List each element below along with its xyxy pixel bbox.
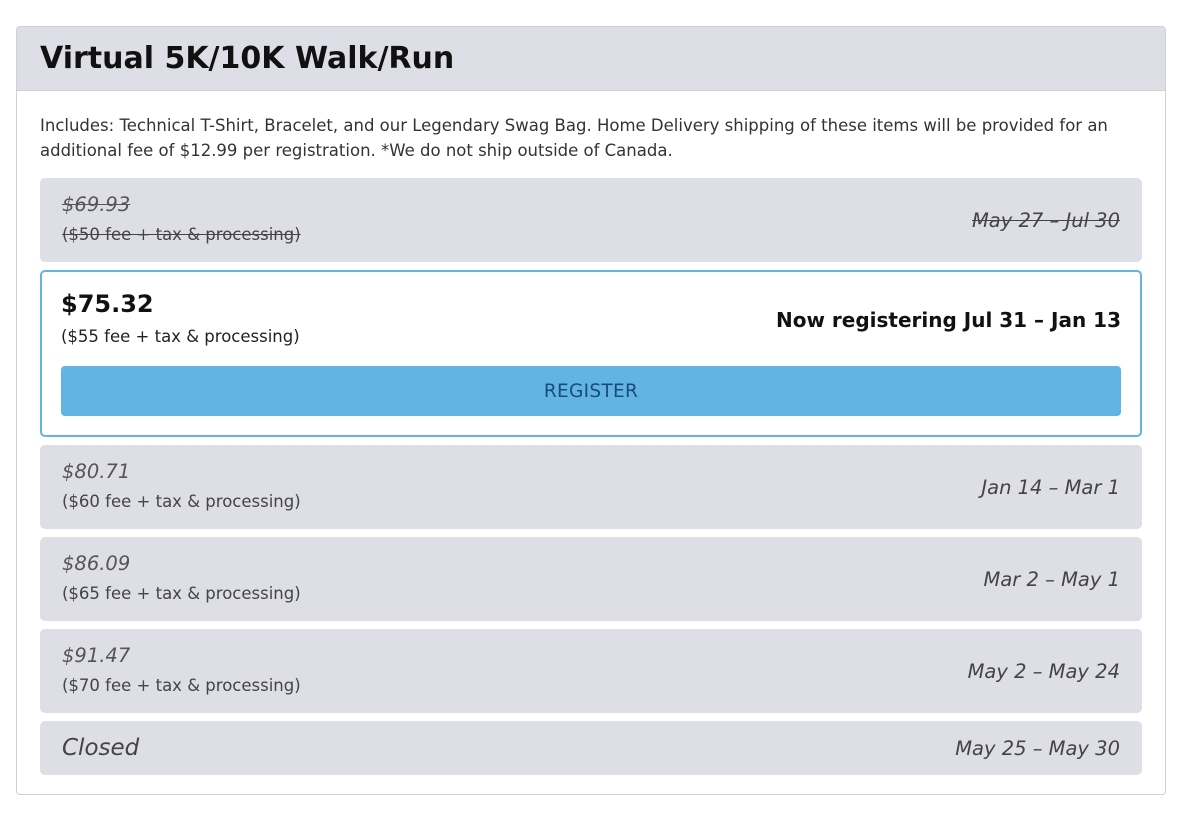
pricing-tier-future: $80.71 ($60 fee + tax & processing) Jan … [40, 445, 1142, 529]
tier-status-closed: Closed [62, 735, 140, 761]
tier-fee: ($55 fee + tax & processing) [61, 327, 300, 346]
card-header: Virtual 5K/10K Walk/Run [17, 27, 1165, 91]
pricing-tiers: $69.93 ($50 fee + tax & processing) May … [40, 178, 1142, 775]
tier-fee: ($65 fee + tax & processing) [62, 584, 301, 603]
pricing-tier-past: $69.93 ($50 fee + tax & processing) May … [40, 178, 1142, 262]
tier-dates: Mar 2 – May 1 [983, 567, 1120, 591]
tier-fee: ($60 fee + tax & processing) [62, 492, 301, 511]
tier-price: $80.71 [62, 460, 131, 483]
tier-price: $91.47 [62, 644, 131, 667]
pricing-tier-future: $91.47 ($70 fee + tax & processing) May … [40, 629, 1142, 713]
tier-dates: Jan 14 – Mar 1 [981, 475, 1120, 499]
pricing-tier-current: $75.32 ($55 fee + tax & processing) Now … [40, 270, 1142, 437]
tier-fee: ($70 fee + tax & processing) [62, 676, 301, 695]
tier-price: $69.93 [62, 193, 131, 216]
pricing-tier-future: $86.09 ($65 fee + tax & processing) Mar … [40, 537, 1142, 621]
includes-description: Includes: Technical T-Shirt, Bracelet, a… [40, 116, 1108, 160]
tier-dates: Now registering Jul 31 – Jan 13 [775, 308, 1121, 332]
registration-card: Virtual 5K/10K Walk/Run Includes: Techni… [16, 26, 1166, 795]
register-button[interactable]: REGISTER [61, 366, 1121, 416]
card-body: Includes: Technical T-Shirt, Bracelet, a… [17, 91, 1165, 775]
tier-dates: May 2 – May 24 [967, 659, 1120, 683]
tier-dates: May 25 – May 30 [955, 736, 1120, 760]
tier-price: $86.09 [62, 552, 131, 575]
event-title: Virtual 5K/10K Walk/Run [40, 41, 455, 76]
tier-price: $75.32 [61, 290, 154, 318]
tier-fee: ($50 fee + tax & processing) [62, 225, 301, 244]
tier-dates: May 27 – Jul 30 [971, 208, 1120, 232]
pricing-tier-closed: Closed May 25 – May 30 [40, 721, 1142, 775]
